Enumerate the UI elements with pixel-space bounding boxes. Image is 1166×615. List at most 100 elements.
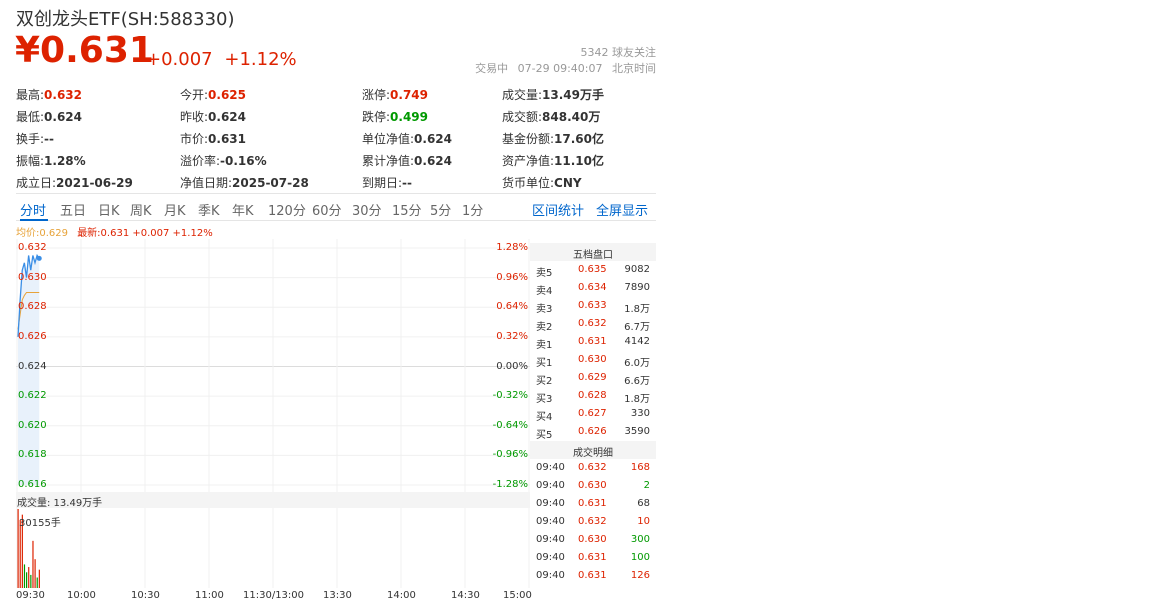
quote-label: 成交量: bbox=[502, 88, 543, 102]
volume-bar bbox=[26, 572, 28, 588]
trade-time: 09:40 bbox=[536, 462, 565, 473]
fullscreen-link[interactable]: 全屏显示 bbox=[596, 200, 648, 219]
order-book-row: 买5 0.626 3590 bbox=[530, 423, 656, 441]
trade-time: 09:40 bbox=[536, 534, 565, 545]
tab-0[interactable]: 分时 bbox=[20, 200, 46, 219]
quote-label: 昨收: bbox=[180, 110, 209, 124]
quote-label: 到期日: bbox=[362, 176, 403, 190]
quote-label: 最低: bbox=[16, 110, 45, 124]
x-tick-label: 11:30/13:00 bbox=[243, 590, 305, 601]
quote-value: 848.40万 bbox=[542, 110, 601, 124]
trade-volume: 168 bbox=[630, 462, 650, 473]
quote-cell: 累计净值:0.624 bbox=[362, 152, 452, 169]
status-time: 07-29 09:40:07 bbox=[517, 62, 603, 75]
ob-price: 0.632 bbox=[578, 318, 607, 329]
ob-volume: 330 bbox=[630, 408, 650, 419]
ob-volume: 6.6万 bbox=[624, 376, 650, 387]
followers-count[interactable]: 5342 球友关注 bbox=[581, 44, 657, 60]
quote-label: 最高: bbox=[16, 88, 45, 102]
quote-label: 换手: bbox=[16, 132, 45, 146]
trade-row: 09:40 0.631 68 bbox=[530, 495, 656, 513]
tab-8[interactable]: 60分 bbox=[312, 200, 342, 219]
quote-value: 0.632 bbox=[44, 88, 83, 102]
quote-row: 最高:0.632 今开:0.625 涨停:0.749 成交量:13.49万手 bbox=[16, 83, 656, 105]
tab-9[interactable]: 30分 bbox=[352, 200, 382, 219]
order-book-row: 卖2 0.632 6.7万 bbox=[530, 315, 656, 333]
quote-label: 基金份额: bbox=[502, 132, 555, 146]
ob-price: 0.629 bbox=[578, 372, 607, 383]
quote-label: 溢价率: bbox=[180, 154, 221, 168]
chart-tabs: 分时 五日 日K 周K 月K 季K 年K 120分 60分 30分 15分 5分 1分 区间统计 全屏显… bbox=[16, 193, 656, 221]
tab-3[interactable]: 周K bbox=[130, 200, 152, 219]
tab-5[interactable]: 季K bbox=[198, 200, 220, 219]
chart-legend: 均价:0.629 最新:0.631 +0.007 +1.12% bbox=[16, 224, 213, 239]
y-pct-label: 0.64% bbox=[496, 301, 528, 313]
ob-side: 卖5 bbox=[536, 268, 553, 279]
range-stats-link[interactable]: 区间统计 bbox=[532, 200, 584, 219]
y-tick-label: 0.632 bbox=[18, 242, 47, 253]
quote-row: 成立日:2021-06-29 净值日期:2025-07-28 到期日:-- 货币单位:… bbox=[16, 171, 656, 193]
tab-7[interactable]: 120分 bbox=[268, 200, 306, 219]
ob-volume: 6.0万 bbox=[624, 358, 650, 369]
intraday-chart-svg bbox=[16, 239, 530, 588]
volume-bar bbox=[28, 567, 30, 588]
ob-price: 0.627 bbox=[578, 408, 607, 419]
order-book-row: 买3 0.628 1.8万 bbox=[530, 387, 656, 405]
tab-11[interactable]: 5分 bbox=[430, 200, 451, 219]
x-tick-label: 11:00 bbox=[195, 590, 224, 601]
ob-volume: 4142 bbox=[624, 336, 650, 347]
tab-4[interactable]: 月K bbox=[164, 200, 186, 219]
active-tab-indicator bbox=[20, 219, 48, 221]
ob-side: 卖3 bbox=[536, 304, 553, 315]
quote-label: 市价: bbox=[180, 132, 209, 146]
change-value: +0.007 bbox=[146, 49, 213, 70]
tab-1[interactable]: 五日 bbox=[60, 200, 86, 219]
quote-value: 0.631 bbox=[208, 132, 247, 146]
trade-row: 09:40 0.631 100 bbox=[530, 549, 656, 567]
page-title: 双创龙头ETF(SH:588330) bbox=[16, 9, 235, 30]
ob-side: 买3 bbox=[536, 394, 553, 405]
quote-row: 振幅:1.28% 溢价率:-0.16% 累计净值:0.624 资产净值:11.10亿 bbox=[16, 149, 656, 171]
ob-price: 0.631 bbox=[578, 336, 607, 347]
ob-volume: 9082 bbox=[624, 264, 650, 275]
trade-volume: 300 bbox=[630, 534, 650, 545]
quote-value: -- bbox=[44, 132, 55, 146]
trade-row: 09:40 0.632 168 bbox=[530, 459, 656, 477]
ob-volume: 7890 bbox=[624, 282, 650, 293]
trade-volume: 126 bbox=[630, 570, 650, 581]
y-tick-label: 0.620 bbox=[18, 419, 47, 431]
trading-status: 交易中 07-29 09:40:07 北京时间 bbox=[469, 60, 656, 76]
quote-value: 0.624 bbox=[44, 110, 83, 124]
quote-cell: 基金份额:17.60亿 bbox=[502, 130, 604, 147]
quote-label: 成交额: bbox=[502, 110, 543, 124]
tab-2[interactable]: 日K bbox=[98, 200, 120, 219]
tab-6[interactable]: 年K bbox=[232, 200, 254, 219]
ob-price: 0.633 bbox=[578, 300, 607, 311]
quote-label: 成立日: bbox=[16, 176, 57, 190]
x-tick-label: 13:30 bbox=[323, 590, 352, 601]
trade-price: 0.631 bbox=[578, 552, 607, 563]
tab-10[interactable]: 15分 bbox=[392, 200, 422, 219]
y-tick-label: 0.630 bbox=[18, 271, 47, 283]
intraday-chart[interactable]: 0.632 1.28% 0.630 0.96% 0.628 0.64% 0.626 0.32%… bbox=[16, 239, 530, 589]
trade-volume: 2 bbox=[643, 480, 650, 491]
ob-side: 买4 bbox=[536, 412, 553, 423]
x-tick-label: 09:30 bbox=[16, 590, 45, 601]
ob-volume: 1.8万 bbox=[624, 394, 650, 405]
trade-price: 0.632 bbox=[578, 516, 607, 527]
trade-row: 09:40 0.632 10 bbox=[530, 513, 656, 531]
y-pct-label: -0.32% bbox=[492, 390, 528, 402]
quote-cell: 昨收:0.624 bbox=[180, 108, 246, 125]
volume-bar bbox=[19, 519, 21, 588]
status-timezone: 北京时间 bbox=[612, 62, 656, 75]
volume-bar bbox=[23, 564, 26, 588]
y-pct-label: 0.32% bbox=[496, 330, 528, 342]
quote-value: -0.16% bbox=[220, 154, 267, 168]
quote-cell: 最低:0.624 bbox=[16, 108, 82, 125]
legend-latest: 最新:0.631 +0.007 +1.12% bbox=[77, 228, 213, 239]
tab-12[interactable]: 1分 bbox=[462, 200, 483, 219]
quote-label: 振幅: bbox=[16, 154, 45, 168]
trade-volume: 100 bbox=[630, 552, 650, 563]
quote-value: -- bbox=[402, 176, 413, 190]
volume-bar bbox=[38, 569, 40, 588]
